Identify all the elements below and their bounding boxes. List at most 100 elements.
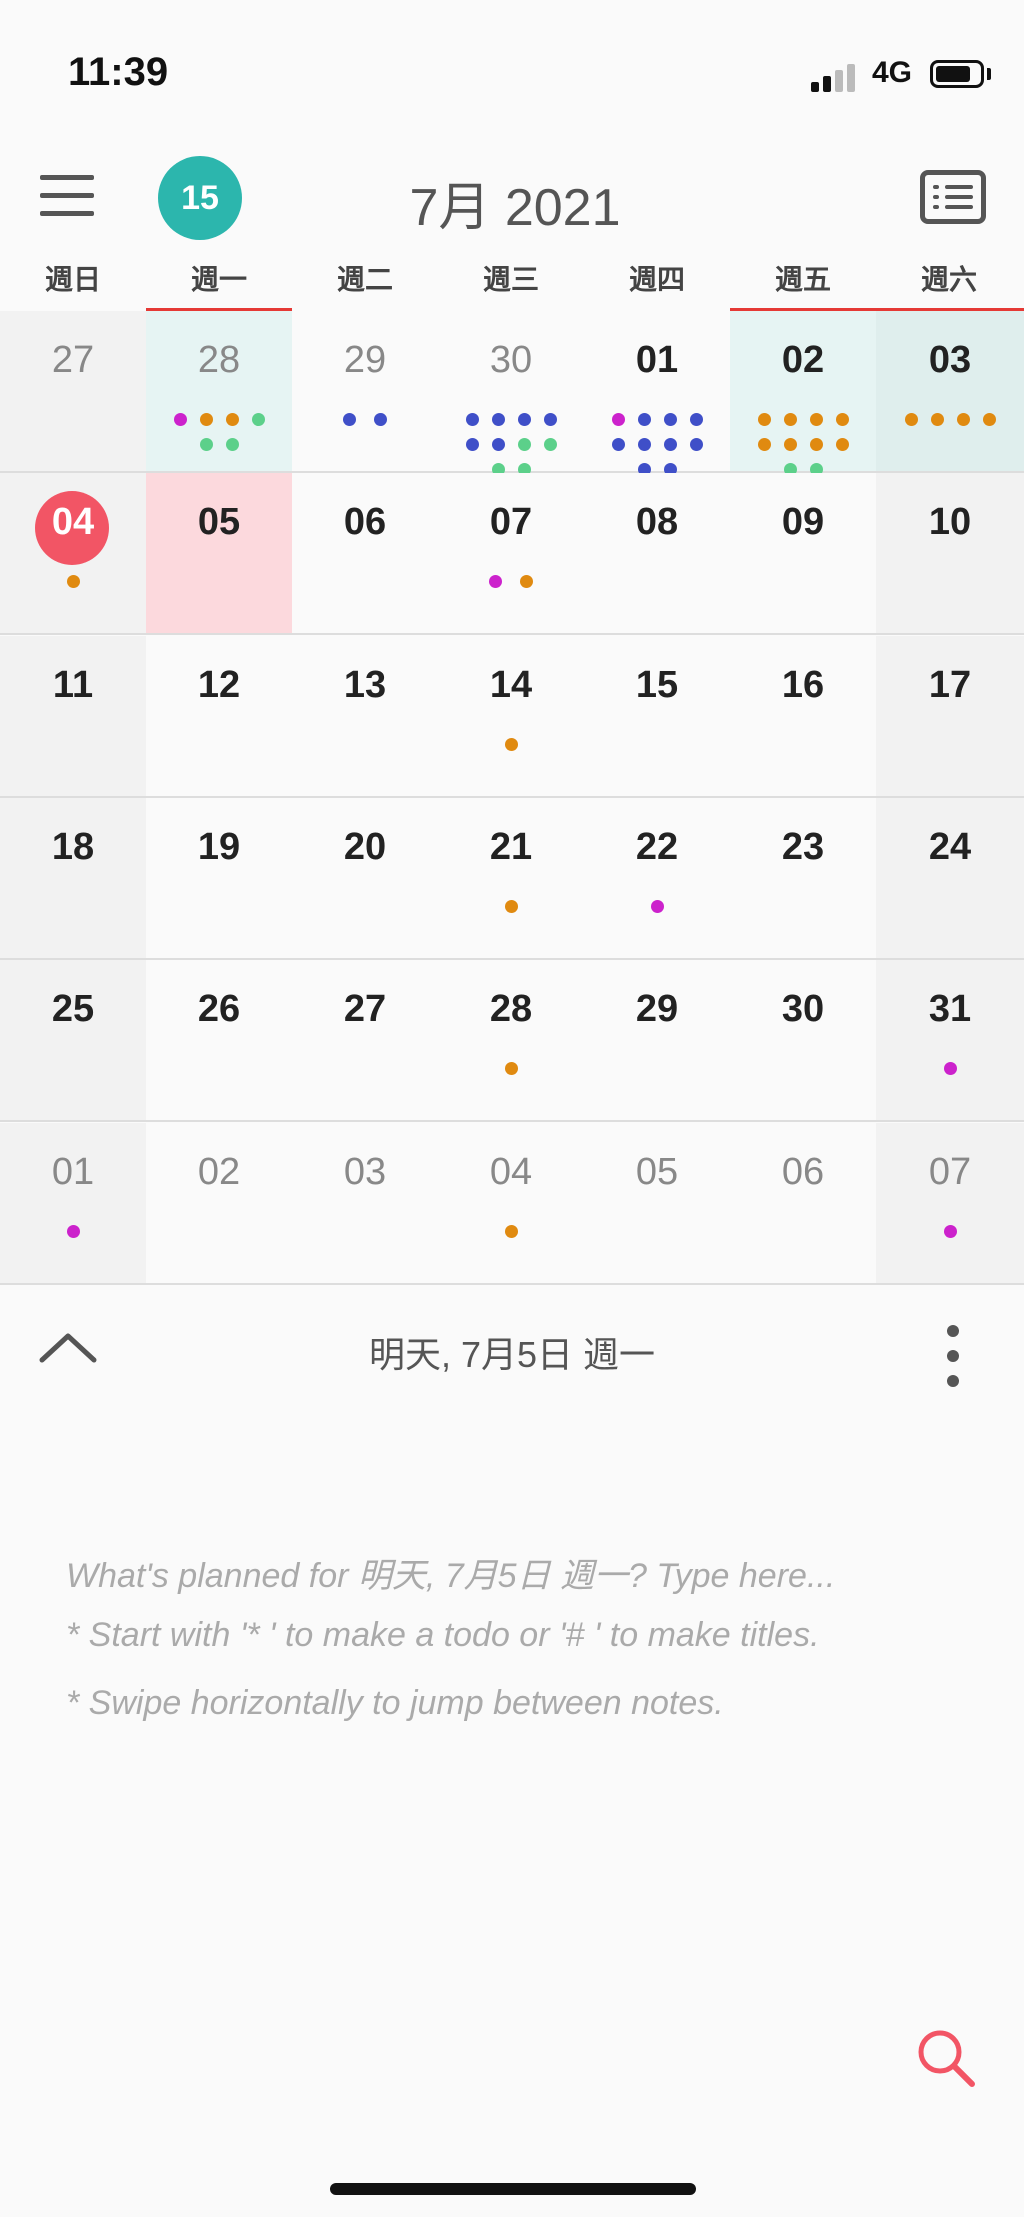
- event-dot: [343, 413, 356, 426]
- day-cell[interactable]: 28: [438, 960, 584, 1122]
- day-number: 01: [51, 1151, 95, 1193]
- day-cell[interactable]: 02: [146, 1123, 292, 1285]
- day-cell[interactable]: 11: [0, 636, 146, 798]
- event-dot: [956, 413, 970, 426]
- event-dot: [465, 413, 479, 426]
- day-cell[interactable]: 04: [0, 473, 146, 635]
- event-dot: [943, 1062, 957, 1075]
- search-icon[interactable]: [914, 2026, 978, 2090]
- event-dot: [663, 413, 677, 426]
- day-cell[interactable]: 21: [438, 798, 584, 960]
- note-placeholder[interactable]: What's planned for 明天, 7月5日 週一? Type her…: [66, 1548, 835, 1597]
- event-dot: [225, 413, 239, 426]
- event-dot: [757, 413, 771, 426]
- event-dot: [66, 575, 80, 588]
- day-cell[interactable]: 03: [876, 311, 1024, 473]
- day-number: 19: [197, 826, 241, 868]
- day-cell[interactable]: 25: [0, 960, 146, 1122]
- day-cell[interactable]: 26: [146, 960, 292, 1122]
- day-cell[interactable]: 03: [292, 1123, 438, 1285]
- event-dots: [438, 1062, 584, 1075]
- day-number: 31: [928, 988, 972, 1030]
- day-number: 27: [51, 339, 95, 381]
- event-dot: [757, 438, 771, 451]
- day-cell[interactable]: 14: [438, 636, 584, 798]
- day-number: 03: [928, 339, 972, 381]
- day-cell[interactable]: 08: [584, 473, 730, 635]
- day-cell[interactable]: 12: [146, 636, 292, 798]
- day-cell[interactable]: 24: [876, 798, 1024, 960]
- day-cell[interactable]: 06: [730, 1123, 876, 1285]
- day-cell[interactable]: 10: [876, 473, 1024, 635]
- collapse-chevron-icon[interactable]: [38, 1330, 98, 1364]
- day-cell[interactable]: 05: [584, 1123, 730, 1285]
- day-cell[interactable]: 02: [730, 311, 876, 476]
- day-cell[interactable]: 01: [584, 311, 730, 476]
- day-number: 06: [343, 501, 387, 543]
- day-cell[interactable]: 23: [730, 798, 876, 960]
- day-cell[interactable]: 13: [292, 636, 438, 798]
- event-dots: [876, 1062, 1024, 1075]
- day-cell[interactable]: 18: [0, 798, 146, 960]
- day-cell[interactable]: 22: [584, 798, 730, 960]
- event-dot: [783, 438, 797, 451]
- day-cell[interactable]: 15: [584, 636, 730, 798]
- event-dot: [491, 413, 505, 426]
- day-cell[interactable]: 09: [730, 473, 876, 635]
- event-dot: [504, 900, 518, 913]
- weekday-header: 週日 週一 週二 週三 週四 週五 週六: [0, 258, 1024, 310]
- day-cell[interactable]: 30: [438, 311, 584, 476]
- day-cell[interactable]: 07: [876, 1123, 1024, 1285]
- day-number: 27: [343, 988, 387, 1030]
- month-title[interactable]: 7月 2021: [350, 165, 680, 240]
- day-cell[interactable]: 01: [0, 1123, 146, 1285]
- event-dots: [584, 413, 730, 476]
- event-dot: [809, 413, 823, 426]
- day-cell[interactable]: 31: [876, 960, 1024, 1122]
- menu-icon[interactable]: [40, 172, 94, 220]
- day-number: 26: [197, 988, 241, 1030]
- day-cell[interactable]: 27: [0, 311, 146, 473]
- day-cell[interactable]: 20: [292, 798, 438, 960]
- event-dots: [146, 413, 292, 451]
- more-options-icon[interactable]: [945, 1325, 961, 1387]
- list-view-icon[interactable]: [920, 170, 986, 224]
- event-dots: [0, 1225, 146, 1238]
- selected-day-title: 明天, 7月5日 週一: [368, 1334, 656, 1375]
- day-number: 30: [489, 339, 533, 381]
- event-dot: [611, 413, 625, 426]
- day-number: 22: [635, 826, 679, 868]
- day-number: 12: [197, 664, 241, 706]
- day-cell[interactable]: 16: [730, 636, 876, 798]
- day-cell[interactable]: 19: [146, 798, 292, 960]
- day-cell[interactable]: 05: [146, 473, 292, 635]
- day-number: 28: [197, 339, 241, 381]
- event-dots: [438, 738, 584, 751]
- today-button[interactable]: 15: [158, 156, 242, 240]
- home-indicator[interactable]: [330, 2183, 696, 2195]
- day-cell[interactable]: 30: [730, 960, 876, 1122]
- day-number: 10: [928, 501, 972, 543]
- day-cell[interactable]: 29: [584, 960, 730, 1122]
- event-dots: [876, 1225, 1024, 1238]
- event-dots: [438, 413, 584, 476]
- day-cell[interactable]: 07: [438, 473, 584, 635]
- day-number: 09: [781, 501, 825, 543]
- day-cell[interactable]: 17: [876, 636, 1024, 798]
- day-cell[interactable]: 28: [146, 311, 292, 473]
- day-cell[interactable]: 29: [292, 311, 438, 473]
- day-cell[interactable]: 04: [438, 1123, 584, 1285]
- day-cell[interactable]: 06: [292, 473, 438, 635]
- day-number: 11: [52, 664, 94, 706]
- day-cell[interactable]: 27: [292, 960, 438, 1122]
- day-number: 05: [197, 501, 241, 543]
- day-number: 02: [197, 1151, 241, 1193]
- event-dot: [650, 900, 664, 913]
- day-number: 04: [51, 501, 95, 543]
- event-dot: [543, 413, 557, 426]
- weekday-label: 週三: [482, 263, 539, 296]
- day-number: 20: [343, 826, 387, 868]
- day-number: 29: [343, 339, 387, 381]
- network-label: 4G: [872, 56, 913, 89]
- weekday-label: 週一: [190, 263, 247, 296]
